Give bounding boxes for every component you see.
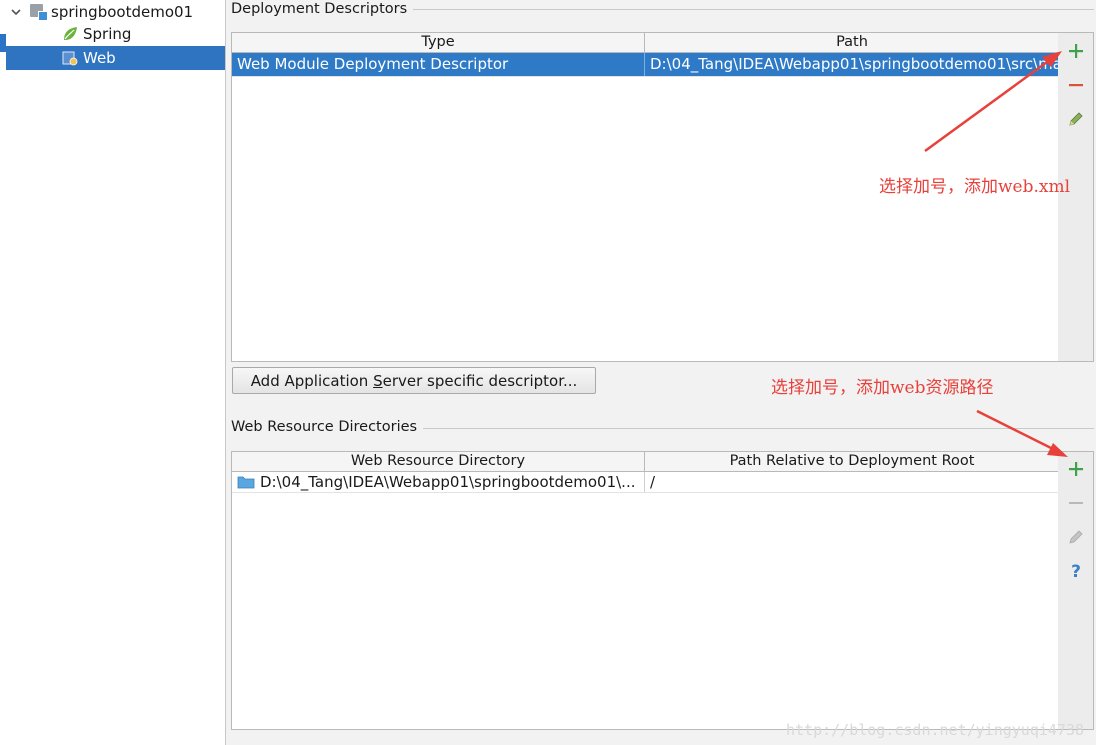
arrow-line-top <box>924 52 1059 153</box>
arrow-head-bottom <box>1047 443 1068 457</box>
arrow-line-bottom <box>976 409 1064 456</box>
annotation-add-web-xml: 选择加号，添加web.xml <box>879 177 1071 197</box>
watermark: http://blog.csdn.net/yingyuqi4738 <box>785 721 1084 739</box>
annotation-add-resource-path: 选择加号，添加web资源路径 <box>771 378 994 398</box>
